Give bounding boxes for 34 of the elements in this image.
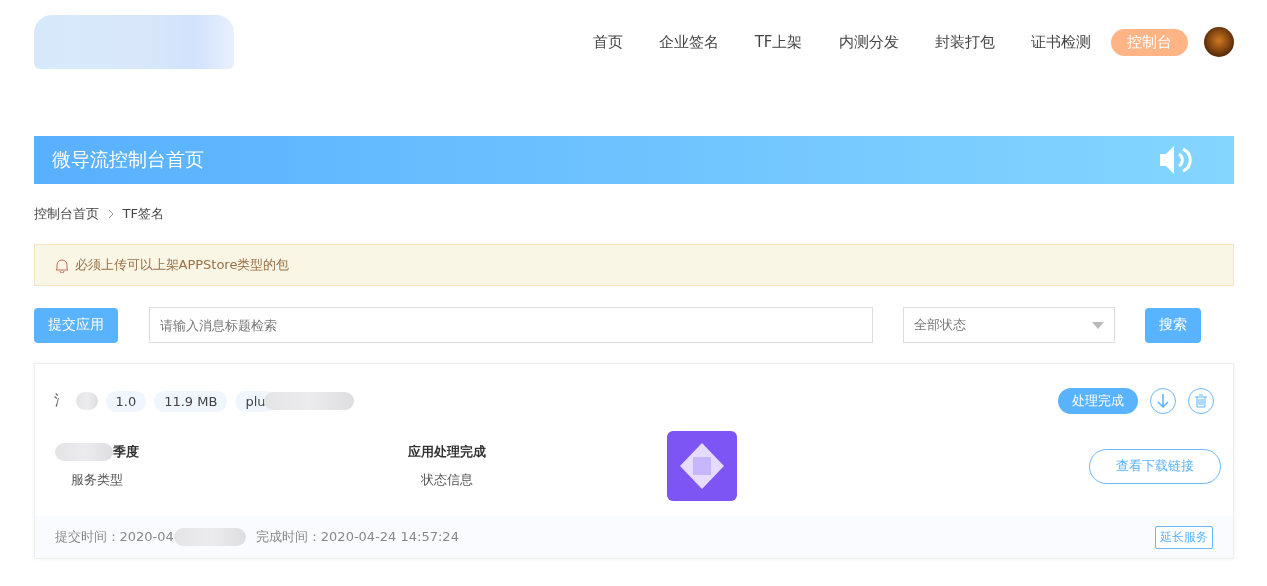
tag: 11.9 MB <box>154 390 228 412</box>
info-value: 应用处理完成 <box>407 443 486 461</box>
submit-time: 提交时间：2020-04 <box>54 528 174 546</box>
tag: 1.0 <box>105 390 147 412</box>
app-name: 氵 <box>53 392 68 410</box>
nav-link[interactable]: 封装打包 <box>916 28 1013 56</box>
download-button[interactable] <box>1149 388 1176 414</box>
info-value: 季度 <box>112 443 139 461</box>
info-label: 服务类型 <box>70 471 123 489</box>
nav-link[interactable]: 首页 <box>574 28 641 56</box>
avatar[interactable] <box>1203 27 1234 57</box>
finish-time: 完成时间：2020-04-24 14:57:24 <box>255 528 459 546</box>
nav-link[interactable]: TF上架 <box>736 28 821 56</box>
notice-text: 必须上传可以上架APPStore类型的包 <box>74 256 290 274</box>
nav-link[interactable]: 证书检测 <box>1012 28 1109 56</box>
delete-button[interactable] <box>1187 388 1214 414</box>
banner-title: 微导流控制台首页 <box>51 147 204 172</box>
chevron-icon <box>106 209 115 219</box>
blurred-text <box>54 443 113 461</box>
caret-icon <box>1091 321 1104 329</box>
trash-icon <box>1193 394 1208 408</box>
info-label: 状态信息 <box>420 471 473 489</box>
status-badge: 处理完成 <box>1057 388 1138 414</box>
speaker-icon[interactable] <box>1157 144 1194 176</box>
nav-link[interactable]: 企业签名 <box>640 28 737 56</box>
breadcrumb-link[interactable]: 控制台首页 <box>33 205 99 223</box>
status-select[interactable]: 全部状态 <box>902 307 1115 343</box>
bell-icon <box>54 257 69 273</box>
breadcrumb-link[interactable]: TF签名 <box>122 205 164 223</box>
app-icon <box>666 431 737 501</box>
search-field[interactable]: 请输入消息标题检索 <box>148 307 873 343</box>
nav-link[interactable]: 内测分发 <box>820 28 917 56</box>
download-icon <box>1155 393 1170 409</box>
blurred-text <box>75 392 98 410</box>
